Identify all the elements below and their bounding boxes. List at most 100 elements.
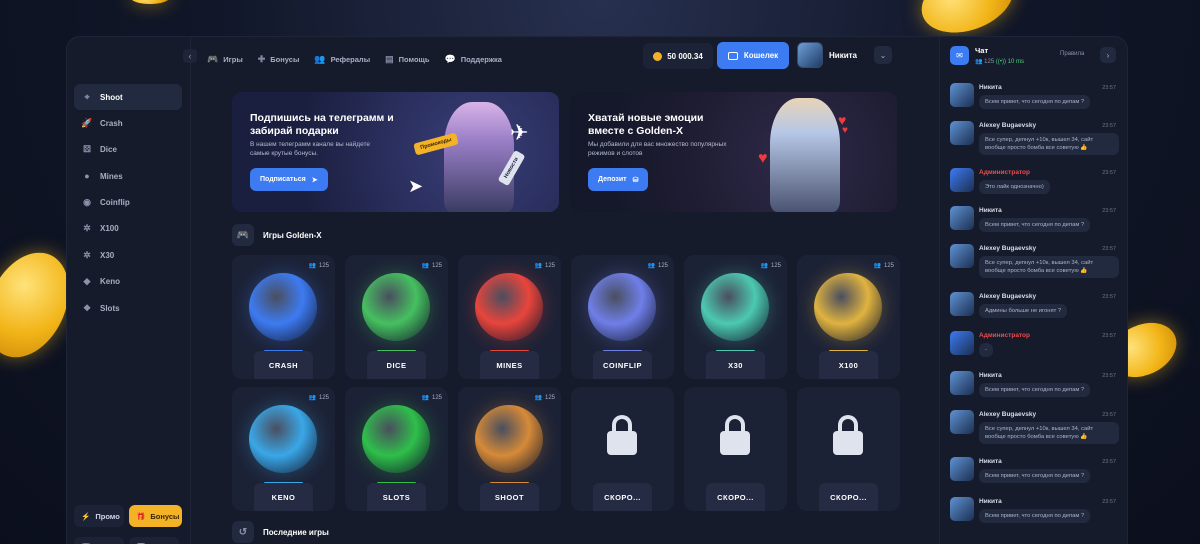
message-time: 23:57: [1102, 85, 1116, 91]
tab-1[interactable]: ✚ Бонусы: [258, 54, 300, 65]
tab-0[interactable]: 🎮 Игры: [207, 54, 243, 65]
game-name-plate: СКОРО...: [684, 483, 787, 511]
game-card[interactable]: 👥 125 COINFLIP: [571, 255, 674, 379]
game-card[interactable]: СКОРО...: [571, 387, 674, 511]
vk-button[interactable]: VK: [74, 537, 124, 544]
online-count: 125: [883, 262, 894, 269]
tg-button[interactable]: TG: [129, 537, 179, 544]
lock-icon: [604, 415, 640, 455]
sidebar-item-mines[interactable]: ● Mines: [74, 163, 182, 189]
message-author[interactable]: Никита: [979, 84, 1002, 91]
promo-button[interactable]: ⚡ Промо: [74, 505, 124, 527]
online-indicator: 👥 125: [874, 262, 895, 270]
message-author[interactable]: Никита: [979, 207, 1002, 214]
game-card[interactable]: 👥 125 MINES: [458, 255, 561, 379]
promo-label: Промо: [95, 511, 120, 521]
game-card[interactable]: 👥 125 CRASH: [232, 255, 335, 379]
sidebar-item-keno[interactable]: ◆ Keno: [74, 269, 182, 295]
tab-label: Рефералы: [330, 54, 371, 64]
sidebar-item-shoot[interactable]: ⌖ Shoot: [74, 84, 182, 110]
sidebar-item-label: Coinflip: [100, 198, 130, 208]
game-artwork: [249, 273, 317, 341]
subscribe-button[interactable]: Подписаться ➤: [250, 168, 328, 191]
users-icon: 👥: [421, 263, 429, 269]
chevron-down-icon: ⌄: [879, 50, 887, 60]
chat-icon: 💬: [444, 53, 456, 64]
message-time: 23:57: [1102, 499, 1116, 505]
game-card[interactable]: 👥 125 SHOOT: [458, 387, 561, 511]
avatar[interactable]: [950, 244, 974, 268]
game-name-plate: X100: [797, 351, 900, 379]
banner-character-image: [770, 98, 840, 212]
user-profile[interactable]: Никита: [797, 42, 857, 68]
wallet-label: Кошелек: [743, 51, 779, 60]
user-menu-button[interactable]: ⌄: [874, 46, 892, 64]
history-icon: ↺: [232, 521, 254, 543]
avatar[interactable]: [950, 292, 974, 316]
message-author[interactable]: Alexey Bugaevsky: [979, 293, 1036, 300]
help-icon: ▤: [385, 53, 394, 64]
online-count: 125: [431, 262, 442, 269]
message-author[interactable]: Никита: [979, 458, 1002, 465]
message-author[interactable]: Администратор: [979, 169, 1030, 176]
game-card[interactable]: СКОРО...: [797, 387, 900, 511]
avatar[interactable]: [950, 371, 974, 395]
message-time: 23:57: [1102, 373, 1116, 379]
tab-label: Помощь: [398, 54, 430, 64]
game-artwork: [701, 273, 769, 341]
message-author[interactable]: Alexey Bugaevsky: [979, 245, 1036, 252]
collapse-sidebar-button[interactable]: ‹: [183, 49, 197, 63]
game-card[interactable]: 👥 125 X30: [684, 255, 787, 379]
chevron-right-icon: ›: [1106, 50, 1110, 60]
paper-plane-icon: ➤: [408, 176, 424, 196]
gift-icon: 🎁: [136, 511, 146, 521]
tab-2[interactable]: 👥 Рефералы: [314, 54, 370, 65]
sidebar-item-x30[interactable]: ✲ X30: [74, 242, 182, 268]
message-author[interactable]: Никита: [979, 498, 1002, 505]
message-author[interactable]: Администратор: [979, 332, 1030, 339]
message-text: Все супер, депнул +10к, вышел 34, сайт в…: [979, 422, 1119, 444]
message-time: 23:57: [1102, 294, 1116, 300]
gamepad-icon: 🎮: [207, 53, 219, 64]
tab-3[interactable]: ▤ Помощь: [385, 54, 429, 65]
game-card[interactable]: 👥 125 DICE: [345, 255, 448, 379]
message-author[interactable]: Alexey Bugaevsky: [979, 122, 1036, 129]
avatar[interactable]: [950, 410, 974, 434]
message-author[interactable]: Никита: [979, 372, 1002, 379]
sidebar-item-slots[interactable]: ❖ Slots: [74, 295, 182, 321]
game-card[interactable]: 👥 125 KENO: [232, 387, 335, 511]
avatar[interactable]: [950, 121, 974, 145]
rules-link[interactable]: Правила: [1060, 51, 1084, 57]
deposit-button[interactable]: Депозит ⛁: [588, 168, 649, 191]
users-icon: 👥: [308, 263, 316, 269]
balance-display: 50 000.34: [643, 43, 713, 69]
game-artwork: [362, 405, 430, 473]
message-author[interactable]: Alexey Bugaevsky: [979, 411, 1036, 418]
wallet-button[interactable]: Кошелек: [717, 42, 789, 69]
avatar[interactable]: [950, 497, 974, 521]
gamepad-icon: 🎮: [232, 224, 254, 246]
sidebar-item-x100[interactable]: ✲ X100: [74, 216, 182, 242]
game-card[interactable]: 👥 125 SLOTS: [345, 387, 448, 511]
online-indicator: 👥 125: [535, 262, 556, 270]
avatar[interactable]: [950, 83, 974, 107]
chat-meta: 👥 125 ((•)) 10 ms: [975, 58, 1024, 65]
game-card[interactable]: 👥 125 X100: [797, 255, 900, 379]
chat-close-button[interactable]: ›: [1100, 47, 1116, 63]
lightning-icon: ⚡: [81, 511, 91, 521]
sidebar-item-coinflip[interactable]: ◉ Coinflip: [74, 190, 182, 216]
avatar[interactable]: [950, 206, 974, 230]
golden-x-banner: Хватай новые эмоции вместе с Golden-X Мы…: [570, 92, 897, 212]
online-count: 125: [544, 394, 555, 401]
avatar[interactable]: [950, 168, 974, 192]
tab-4[interactable]: 💬 Поддержка: [444, 54, 502, 65]
lock-icon: [717, 415, 753, 455]
game-card[interactable]: СКОРО...: [684, 387, 787, 511]
avatar[interactable]: [950, 457, 974, 481]
sidebar-item-dice[interactable]: ⚄ Dice: [74, 137, 182, 163]
sidebar-item-label: Crash: [100, 118, 123, 128]
avatar[interactable]: [950, 331, 974, 355]
sidebar-item-crash[interactable]: 🚀 Crash: [74, 110, 182, 136]
bonus-button[interactable]: 🎁 Бонусы: [129, 505, 182, 527]
games-section-header: 🎮 Игры Golden-X: [232, 224, 322, 246]
